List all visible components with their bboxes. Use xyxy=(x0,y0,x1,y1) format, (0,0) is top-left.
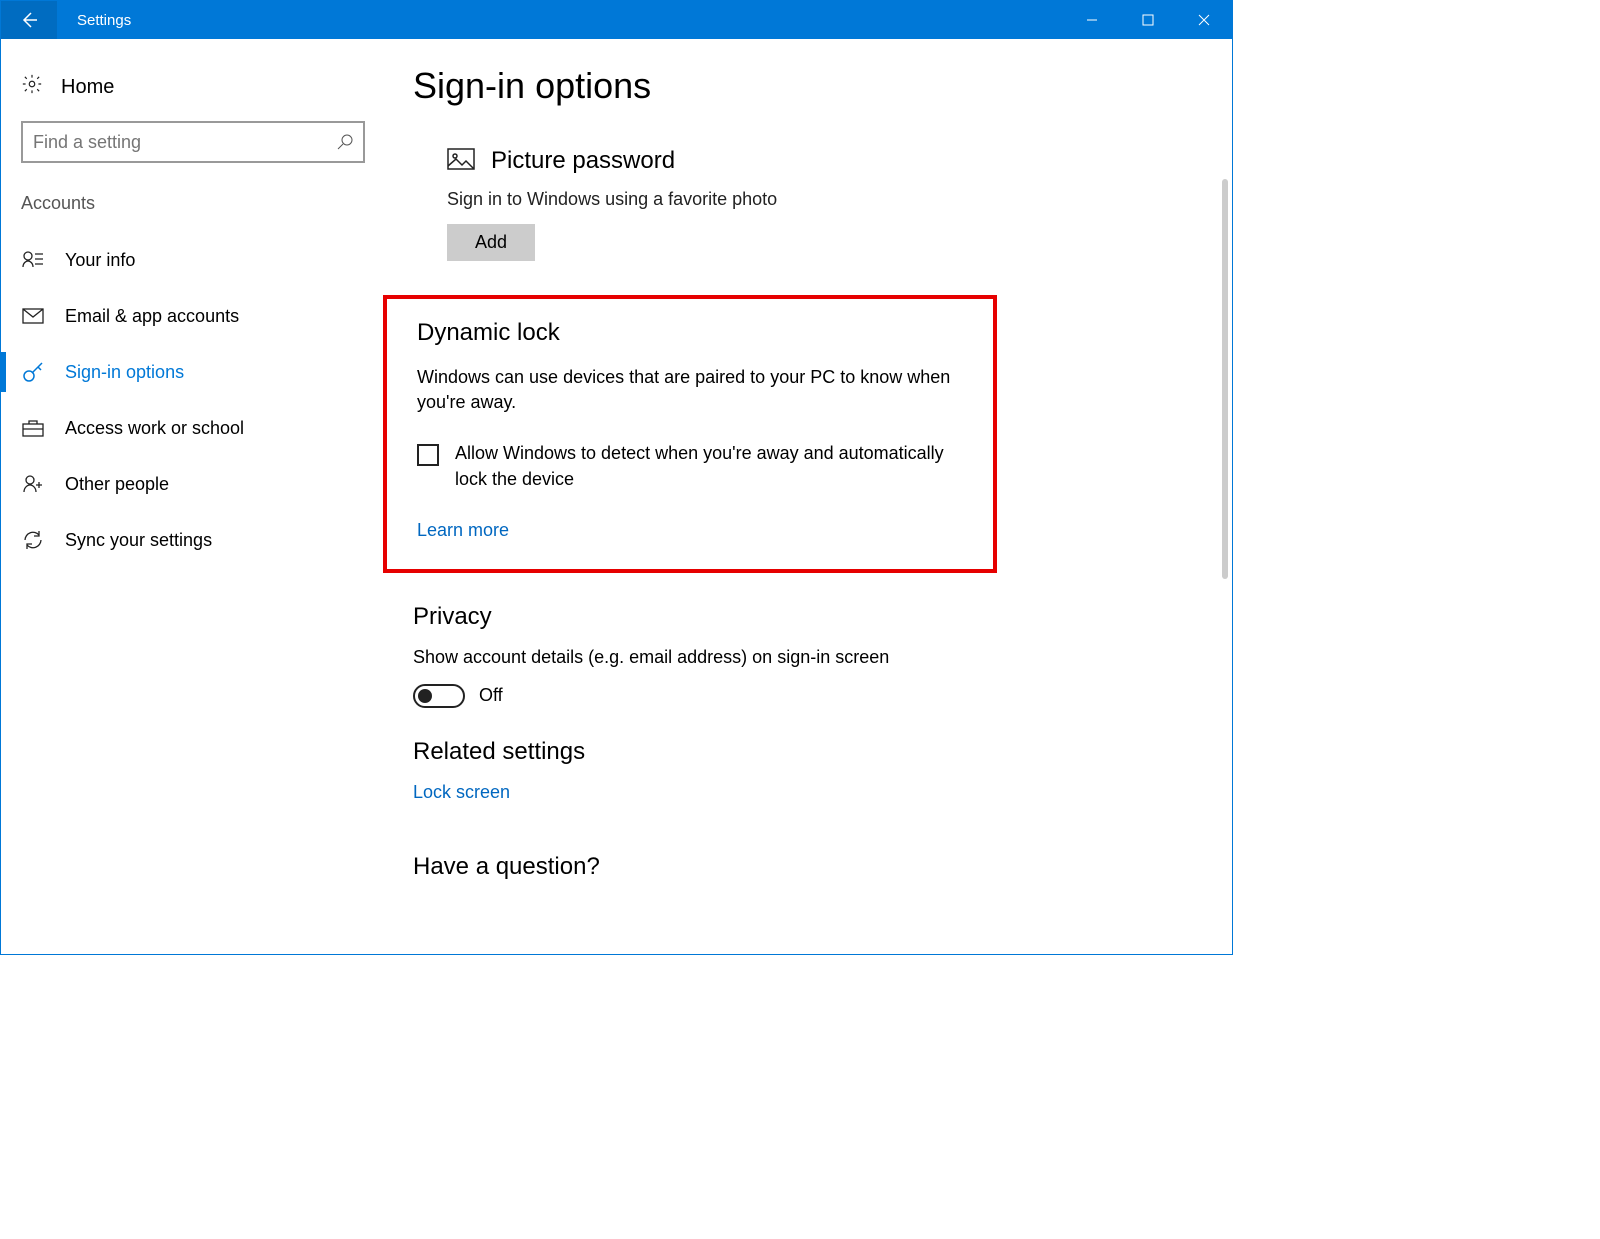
window-controls xyxy=(1064,1,1232,39)
maximize-icon xyxy=(1142,14,1154,26)
scrollbar-thumb[interactable] xyxy=(1222,179,1228,579)
briefcase-icon xyxy=(21,416,45,440)
sidebar-item-label: Email & app accounts xyxy=(65,306,239,327)
titlebar: Settings xyxy=(1,1,1232,39)
minimize-button[interactable] xyxy=(1064,1,1120,39)
question-heading: Have a question? xyxy=(413,853,1111,881)
back-arrow-icon xyxy=(19,10,39,30)
page-title: Sign-in options xyxy=(413,65,1111,107)
sidebar-item-label: Access work or school xyxy=(65,418,244,439)
toggle-knob-icon xyxy=(418,689,432,703)
home-label: Home xyxy=(61,76,114,99)
mail-icon xyxy=(21,304,45,328)
back-button[interactable] xyxy=(1,1,57,39)
picture-password-heading: Picture password xyxy=(491,147,675,175)
sidebar-item-label: Other people xyxy=(65,474,169,495)
privacy-toggle-row: Off xyxy=(413,684,1111,708)
picture-password-desc: Sign in to Windows using a favorite phot… xyxy=(447,189,1111,210)
home-button[interactable]: Home xyxy=(21,63,371,121)
lock-screen-link[interactable]: Lock screen xyxy=(413,782,510,802)
people-icon xyxy=(21,472,45,496)
sidebar-item-your-info[interactable]: Your info xyxy=(21,232,371,288)
sidebar-item-work[interactable]: Access work or school xyxy=(21,400,371,456)
person-card-icon xyxy=(21,248,45,272)
search-box[interactable] xyxy=(21,121,365,163)
picture-icon xyxy=(447,148,475,175)
dynamic-lock-checkbox-row[interactable]: Allow Windows to detect when you're away… xyxy=(417,441,957,491)
privacy-desc: Show account details (e.g. email address… xyxy=(413,647,1111,668)
sidebar-item-signin[interactable]: Sign-in options xyxy=(21,344,371,400)
search-input[interactable] xyxy=(33,132,323,153)
close-button[interactable] xyxy=(1176,1,1232,39)
privacy-toggle[interactable] xyxy=(413,684,465,708)
scrollbar[interactable] xyxy=(1216,39,1230,954)
sidebar-item-sync[interactable]: Sync your settings xyxy=(21,512,371,568)
learn-more-link[interactable]: Learn more xyxy=(417,520,509,540)
close-icon xyxy=(1198,14,1210,26)
gear-icon xyxy=(21,73,43,101)
dynamic-lock-desc: Windows can use devices that are paired … xyxy=(417,365,957,415)
category-label: Accounts xyxy=(21,193,371,214)
maximize-button[interactable] xyxy=(1120,1,1176,39)
search-icon xyxy=(337,134,353,150)
related-heading: Related settings xyxy=(413,738,1111,766)
minimize-icon xyxy=(1086,14,1098,26)
checkbox-icon[interactable] xyxy=(417,444,439,466)
add-button[interactable]: Add xyxy=(447,224,535,261)
sidebar-item-label: Your info xyxy=(65,250,135,271)
privacy-heading: Privacy xyxy=(413,603,1111,631)
sidebar-item-people[interactable]: Other people xyxy=(21,456,371,512)
sidebar-item-label: Sign-in options xyxy=(65,362,184,383)
main-content: Sign-in options Picture password Sign in… xyxy=(371,39,1111,954)
sidebar: Home Accounts Your info Email & app acco… xyxy=(1,39,371,954)
picture-password-heading-row: Picture password xyxy=(447,147,1111,175)
privacy-toggle-state: Off xyxy=(479,685,503,706)
dynamic-lock-highlight: Dynamic lock Windows can use devices tha… xyxy=(383,295,997,573)
sync-icon xyxy=(21,528,45,552)
window-title: Settings xyxy=(77,12,131,29)
dynamic-lock-checkbox-label: Allow Windows to detect when you're away… xyxy=(455,441,957,491)
key-icon xyxy=(21,360,45,384)
sidebar-item-email[interactable]: Email & app accounts xyxy=(21,288,371,344)
dynamic-lock-heading: Dynamic lock xyxy=(417,319,973,347)
sidebar-item-label: Sync your settings xyxy=(65,530,212,551)
